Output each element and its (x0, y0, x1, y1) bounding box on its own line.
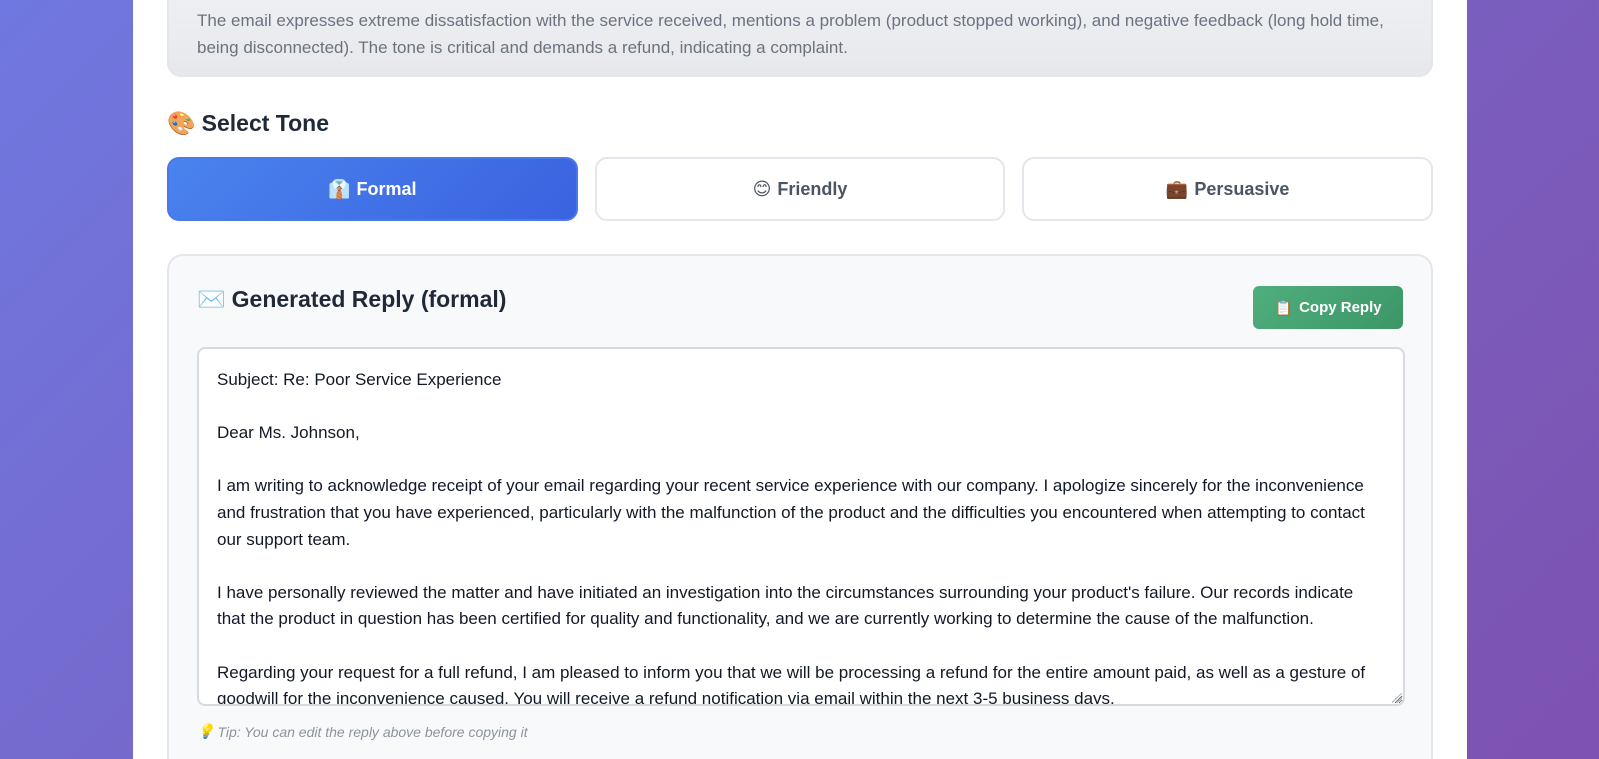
copy-reply-button[interactable]: 📋 Copy Reply (1253, 286, 1403, 329)
tone-persuasive-label: Persuasive (1194, 178, 1290, 199)
generated-reply-title: Generated Reply (formal) (231, 286, 507, 312)
tone-friendly-label: Friendly (777, 178, 848, 199)
edit-tip-text: Tip: You can edit the reply above before… (217, 724, 528, 740)
reply-textarea[interactable]: Subject: Re: Poor Service Experience Dea… (197, 347, 1405, 706)
edit-tip: 💡 Tip: You can edit the reply above befo… (197, 724, 528, 740)
tone-persuasive-button[interactable]: 💼 Persuasive (1022, 157, 1434, 221)
clipboard-icon: 📋 (1274, 298, 1294, 317)
tone-selector: 👔 Formal 😊 Friendly 💼 Persuasive (167, 157, 1434, 221)
envelope-icon: ✉️ (197, 287, 226, 313)
generated-reply-panel: ✉️ Generated Reply (formal) 📋 Copy Reply… (167, 254, 1433, 759)
analysis-text: The email expresses extreme dissatisfact… (197, 11, 1384, 57)
smile-icon: 😊 (752, 178, 772, 200)
copy-reply-label: Copy Reply (1299, 299, 1382, 316)
select-tone-title: Select Tone (201, 110, 330, 136)
briefcase-icon: 💼 (1165, 178, 1189, 200)
necktie-icon: 👔 (328, 178, 351, 200)
palette-icon: 🎨 (167, 111, 196, 137)
main-card: The email expresses extreme dissatisfact… (133, 0, 1467, 759)
tone-formal-label: Formal (356, 178, 417, 199)
select-tone-heading: 🎨 Select Tone (167, 110, 329, 137)
generated-reply-heading: ✉️ Generated Reply (formal) (197, 286, 506, 313)
tone-friendly-button[interactable]: 😊 Friendly (594, 157, 1006, 221)
analysis-box: The email expresses extreme dissatisfact… (167, 0, 1433, 77)
lightbulb-icon: 💡 (197, 724, 215, 740)
tone-formal-button[interactable]: 👔 Formal (167, 157, 578, 221)
